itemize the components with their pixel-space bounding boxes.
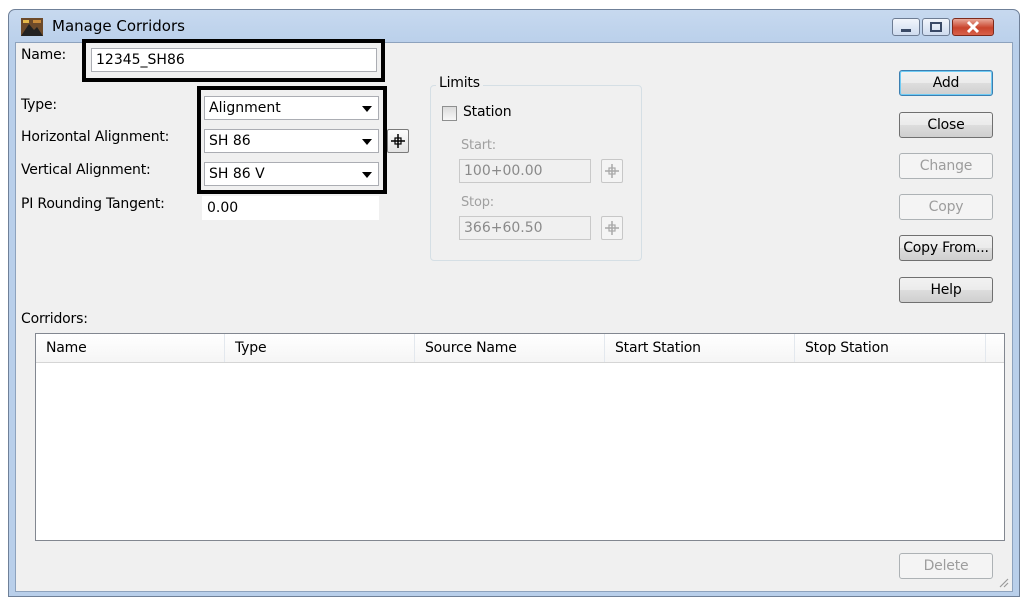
minimize-icon	[901, 29, 911, 32]
change-button[interactable]: Change	[899, 153, 993, 179]
vertical-alignment-label: Vertical Alignment:	[21, 162, 151, 178]
horizontal-alignment-label: Horizontal Alignment:	[21, 129, 170, 145]
stop-label: Stop:	[461, 195, 494, 210]
horizontal-alignment-pick-button[interactable]	[387, 129, 409, 153]
minimize-button[interactable]	[892, 18, 920, 36]
crosshair-pick-icon	[391, 134, 405, 148]
start-label: Start:	[461, 138, 496, 153]
copy-from-button[interactable]: Copy From...	[899, 235, 993, 261]
manage-corridors-window: Manage Corridors Name: 12345_SH86 Type: …	[8, 9, 1020, 597]
add-button[interactable]: Add	[899, 70, 993, 96]
corridors-list[interactable]: Name Type Source Name Start Station Stop…	[35, 333, 1005, 541]
column-header-name[interactable]: Name	[36, 334, 225, 362]
start-station-input[interactable]: 100+00.00	[459, 159, 591, 183]
alignment-highlight-box	[197, 86, 387, 194]
stop-station-input[interactable]: 366+60.50	[459, 216, 591, 240]
crosshair-pick-icon	[605, 164, 619, 178]
column-header-stop-station[interactable]: Stop Station	[795, 334, 986, 362]
station-checkbox[interactable]	[442, 106, 457, 121]
name-highlight-box	[82, 39, 385, 82]
start-station-pick-button[interactable]	[601, 159, 623, 183]
help-button[interactable]: Help	[899, 277, 993, 303]
dialog-client-area: Name: 12345_SH86 Type: Alignment Horizon…	[15, 39, 1013, 592]
limits-group-title: Limits	[436, 75, 483, 91]
app-icon	[21, 18, 43, 36]
pi-rounding-tangent-label: PI Rounding Tangent:	[21, 196, 165, 212]
station-label: Station	[463, 104, 512, 120]
maximize-icon	[930, 22, 942, 32]
stop-station-pick-button[interactable]	[601, 216, 623, 240]
type-label: Type:	[21, 97, 57, 113]
column-header-source-name[interactable]: Source Name	[415, 334, 605, 362]
corridors-label: Corridors:	[21, 311, 88, 327]
corridors-list-header: Name Type Source Name Start Station Stop…	[36, 334, 1004, 363]
close-button[interactable]: Close	[899, 112, 993, 138]
copy-button[interactable]: Copy	[899, 194, 993, 220]
window-title: Manage Corridors	[52, 17, 185, 35]
close-icon	[966, 20, 980, 34]
resize-grip-icon[interactable]	[997, 576, 1009, 588]
column-header-type[interactable]: Type	[225, 334, 415, 362]
crosshair-pick-icon	[605, 221, 619, 235]
name-label: Name:	[21, 47, 67, 63]
close-window-button[interactable]	[952, 18, 994, 36]
pi-rounding-tangent-input[interactable]: 0.00	[202, 196, 379, 220]
delete-button[interactable]: Delete	[899, 553, 993, 579]
column-header-start-station[interactable]: Start Station	[605, 334, 795, 362]
maximize-button[interactable]	[922, 18, 950, 36]
